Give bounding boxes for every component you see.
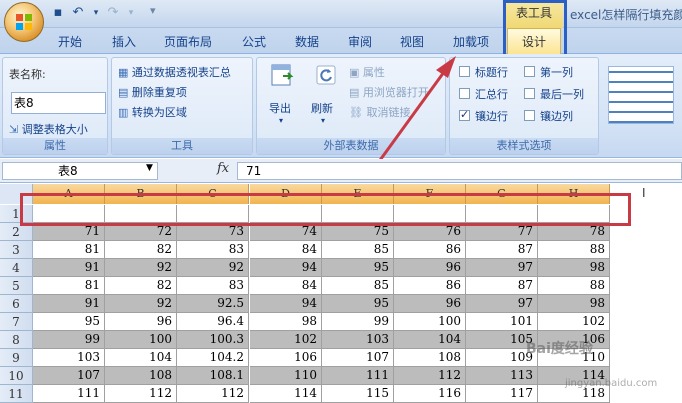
text-cursor-icon: I	[642, 186, 646, 200]
cell-d6[interactable]: 94	[250, 295, 322, 313]
cell-g4[interactable]: 97	[466, 259, 538, 277]
cell-c5[interactable]: 83	[177, 277, 249, 295]
insert-function-icon[interactable]: fx	[217, 161, 229, 176]
cell-e9[interactable]: 107	[322, 349, 394, 367]
cell-e4[interactable]: 95	[322, 259, 394, 277]
office-button[interactable]	[4, 2, 44, 42]
cell-a11[interactable]: 111	[33, 385, 105, 403]
cell-e10[interactable]: 111	[322, 367, 394, 385]
row-header-10[interactable]: 10	[0, 367, 33, 385]
cell-c4[interactable]: 92	[177, 259, 249, 277]
row-header-4[interactable]: 4	[0, 259, 33, 277]
cell-d10[interactable]: 110	[250, 367, 322, 385]
cell-a6[interactable]: 91	[33, 295, 105, 313]
row-header-3[interactable]: 3	[0, 241, 33, 259]
cell-f7[interactable]: 100	[394, 313, 466, 331]
cell-c9[interactable]: 104.2	[177, 349, 249, 367]
cell-a4[interactable]: 91	[33, 259, 105, 277]
cell-a3[interactable]: 81	[33, 241, 105, 259]
cell-c3[interactable]: 83	[177, 241, 249, 259]
cell-e6[interactable]: 95	[322, 295, 394, 313]
cell-d8[interactable]: 102	[250, 331, 322, 349]
cell-c8[interactable]: 100.3	[177, 331, 249, 349]
cell-b3[interactable]: 82	[105, 241, 177, 259]
cell-f4[interactable]: 96	[394, 259, 466, 277]
cell-d11[interactable]: 114	[250, 385, 322, 403]
cell-b11[interactable]: 112	[105, 385, 177, 403]
row-header-9[interactable]: 9	[0, 349, 33, 367]
cell-b7[interactable]: 96	[105, 313, 177, 331]
cell-a8[interactable]: 99	[33, 331, 105, 349]
cell-f3[interactable]: 86	[394, 241, 466, 259]
cell-g5[interactable]: 87	[466, 277, 538, 295]
cell-h3[interactable]: 88	[538, 241, 610, 259]
cell-h4[interactable]: 98	[538, 259, 610, 277]
cell-e5[interactable]: 85	[322, 277, 394, 295]
office-logo-icon	[16, 14, 32, 30]
cell-c11[interactable]: 112	[177, 385, 249, 403]
cell-a9[interactable]: 103	[33, 349, 105, 367]
cell-f11[interactable]: 116	[394, 385, 466, 403]
cell-b6[interactable]: 92	[105, 295, 177, 313]
cell-c7[interactable]: 96.4	[177, 313, 249, 331]
watermark: Bai度经验	[526, 341, 593, 357]
cell-d9[interactable]: 106	[250, 349, 322, 367]
formula-input[interactable]: 71	[237, 162, 682, 180]
row-header-7[interactable]: 7	[0, 313, 33, 331]
row-header-6[interactable]: 6	[0, 295, 33, 313]
cell-f10[interactable]: 112	[394, 367, 466, 385]
cell-e8[interactable]: 103	[322, 331, 394, 349]
cell-e11[interactable]: 115	[322, 385, 394, 403]
name-box-dropdown-icon[interactable]: ▼	[146, 163, 153, 173]
watermark-url: jingyan.baidu.com	[565, 378, 658, 389]
cell-g3[interactable]: 87	[466, 241, 538, 259]
formula-bar: 表8 ▼ fx 71	[0, 159, 682, 183]
cell-b10[interactable]: 108	[105, 367, 177, 385]
cell-b9[interactable]: 104	[105, 349, 177, 367]
cell-a10[interactable]: 107	[33, 367, 105, 385]
cell-b4[interactable]: 92	[105, 259, 177, 277]
row-header-11[interactable]: 11	[0, 385, 33, 403]
cell-c10[interactable]: 108.1	[177, 367, 249, 385]
cell-f5[interactable]: 86	[394, 277, 466, 295]
cell-g6[interactable]: 97	[466, 295, 538, 313]
row-header-5[interactable]: 5	[0, 277, 33, 295]
cell-e7[interactable]: 99	[322, 313, 394, 331]
cell-d5[interactable]: 84	[250, 277, 322, 295]
cell-h7[interactable]: 102	[538, 313, 610, 331]
cell-c6[interactable]: 92.5	[177, 295, 249, 313]
cell-e3[interactable]: 85	[322, 241, 394, 259]
cell-d3[interactable]: 84	[250, 241, 322, 259]
cell-g10[interactable]: 113	[466, 367, 538, 385]
header-row-highlight	[20, 193, 631, 226]
row-header-8[interactable]: 8	[0, 331, 33, 349]
cell-d7[interactable]: 98	[250, 313, 322, 331]
cell-a5[interactable]: 81	[33, 277, 105, 295]
cell-b8[interactable]: 100	[105, 331, 177, 349]
cell-f8[interactable]: 104	[394, 331, 466, 349]
cell-g11[interactable]: 117	[466, 385, 538, 403]
cell-a7[interactable]: 95	[33, 313, 105, 331]
cell-d4[interactable]: 94	[250, 259, 322, 277]
cell-h5[interactable]: 88	[538, 277, 610, 295]
cell-f6[interactable]: 96	[394, 295, 466, 313]
name-box[interactable]: 表8	[2, 162, 158, 180]
cell-b5[interactable]: 82	[105, 277, 177, 295]
cell-g7[interactable]: 101	[466, 313, 538, 331]
cell-h6[interactable]: 98	[538, 295, 610, 313]
cell-f9[interactable]: 108	[394, 349, 466, 367]
